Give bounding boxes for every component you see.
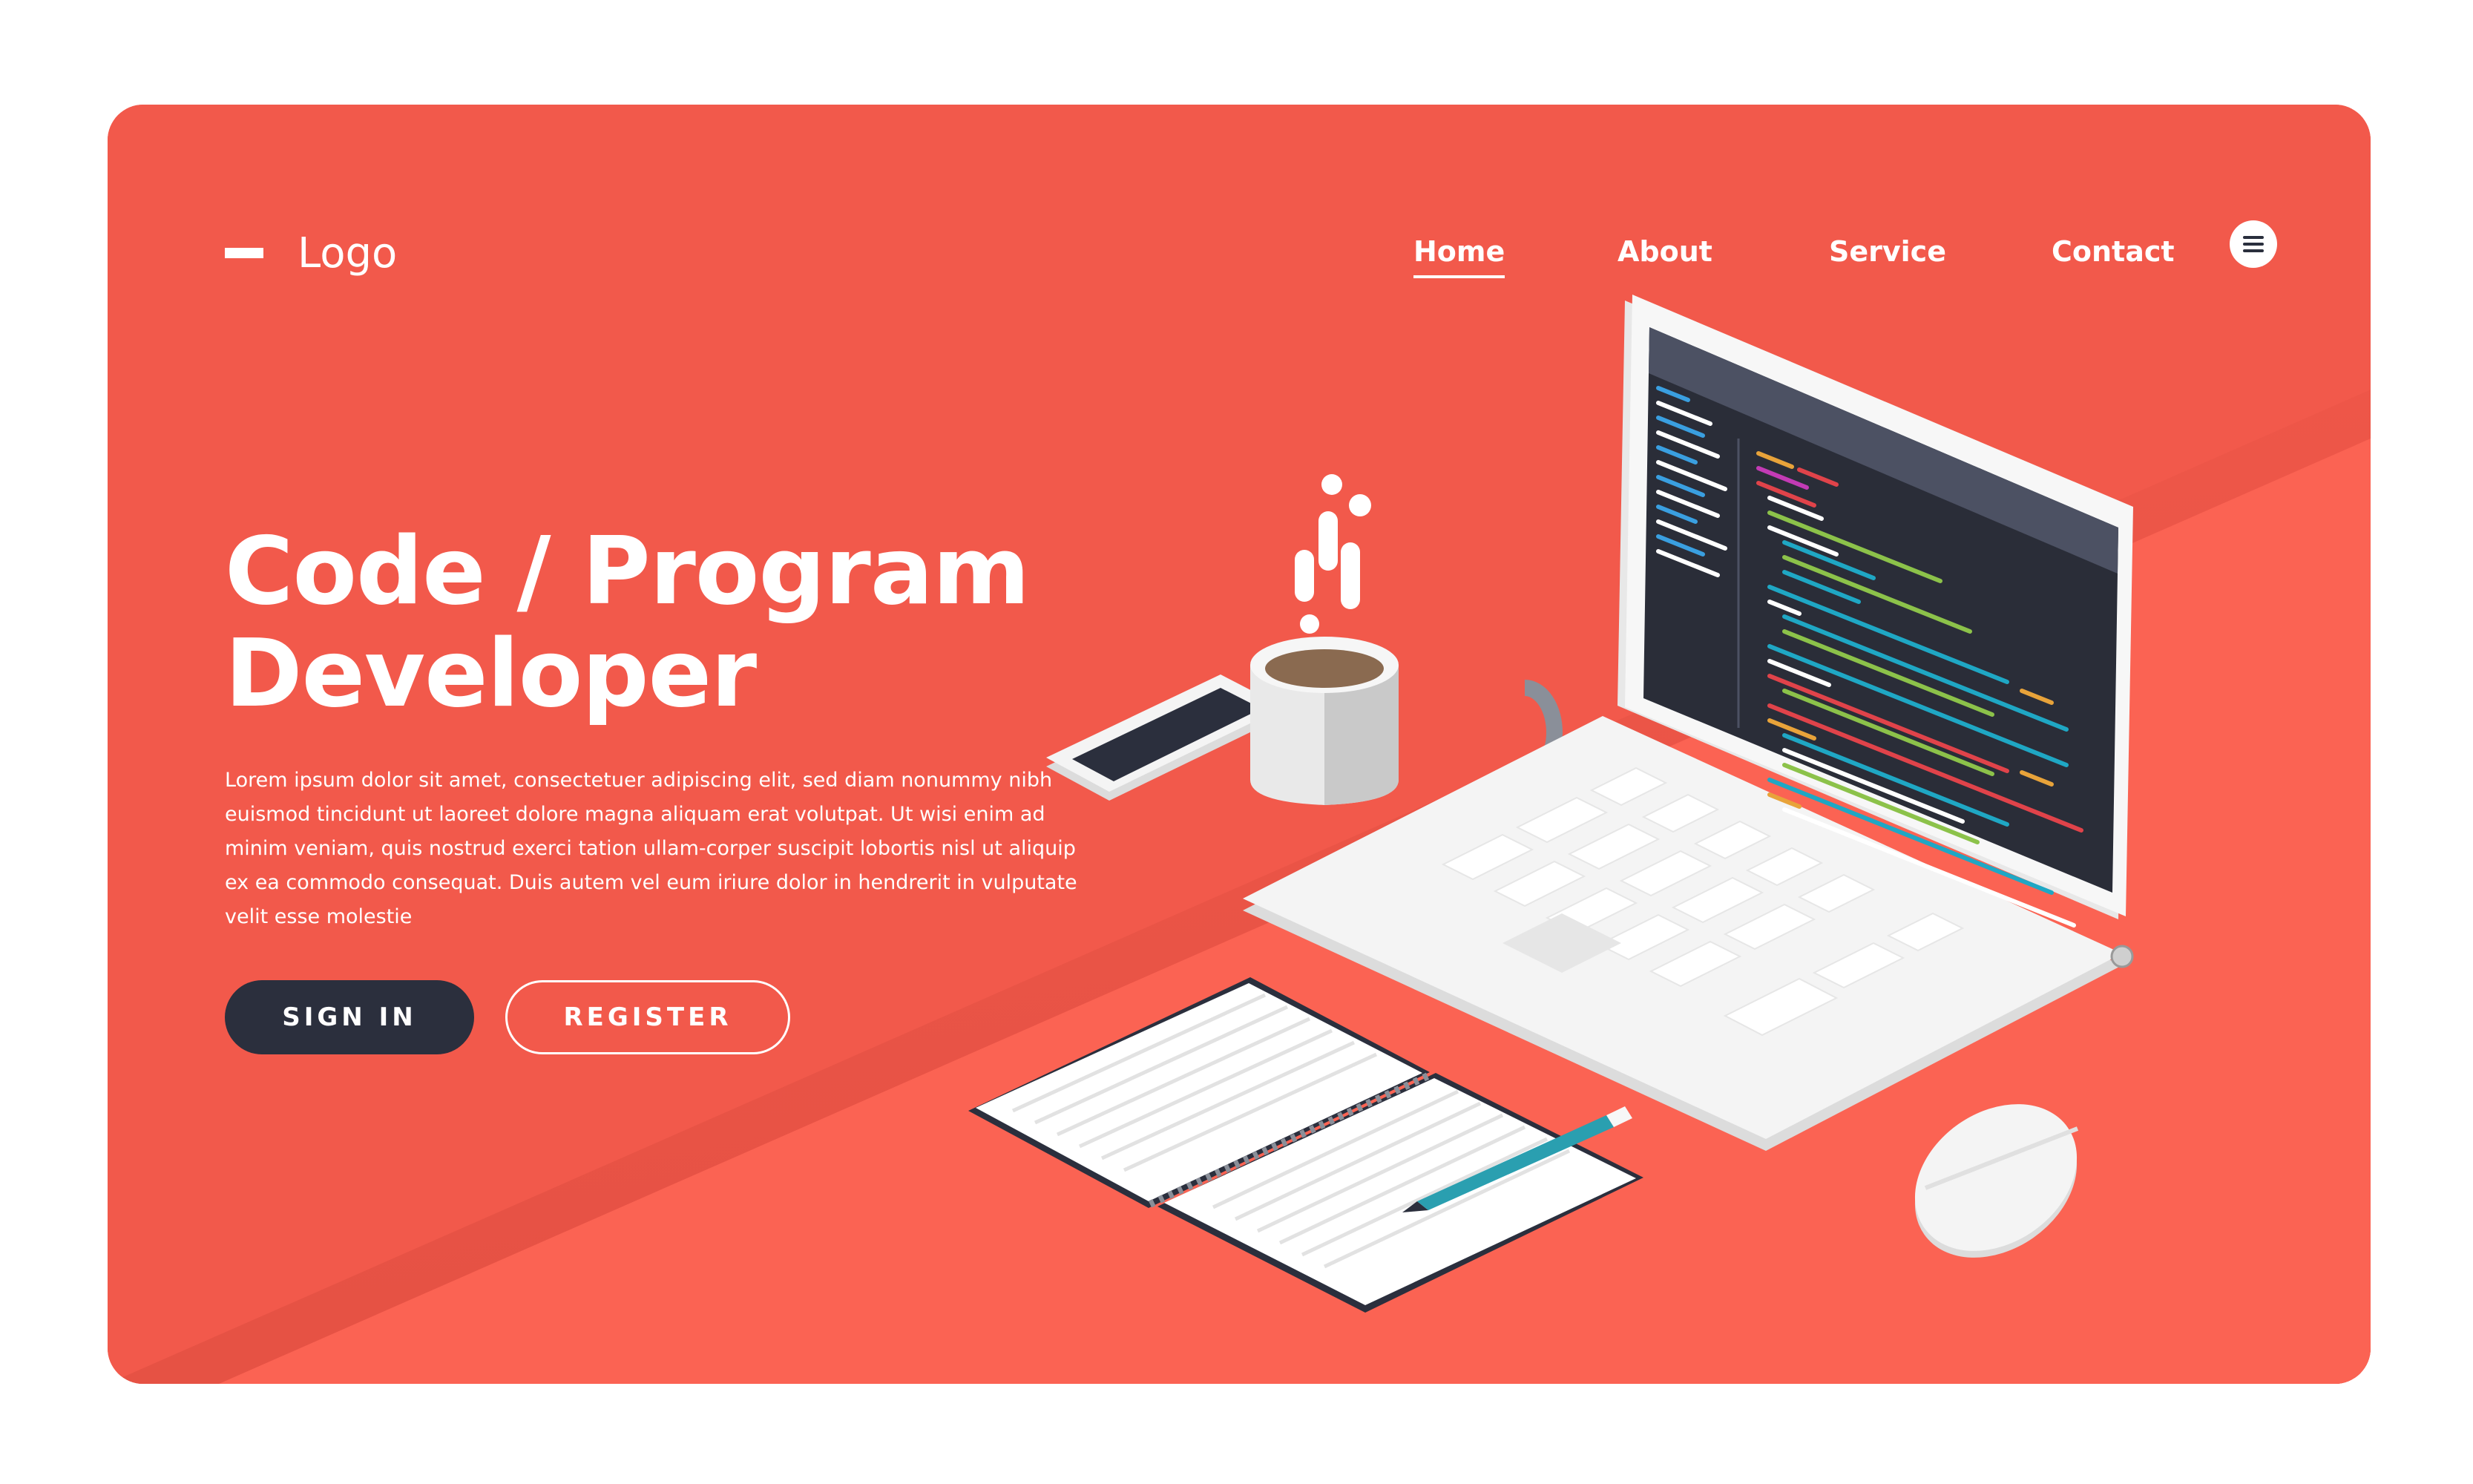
developer-desk-illustration bbox=[968, 295, 2134, 1313]
mouse-icon bbox=[1914, 1104, 2079, 1258]
smartphone-icon bbox=[1046, 674, 1284, 801]
landing-card: Logo Home About Service Contact Code / P… bbox=[108, 105, 2371, 1384]
coffee-mug-icon bbox=[1250, 474, 1563, 805]
